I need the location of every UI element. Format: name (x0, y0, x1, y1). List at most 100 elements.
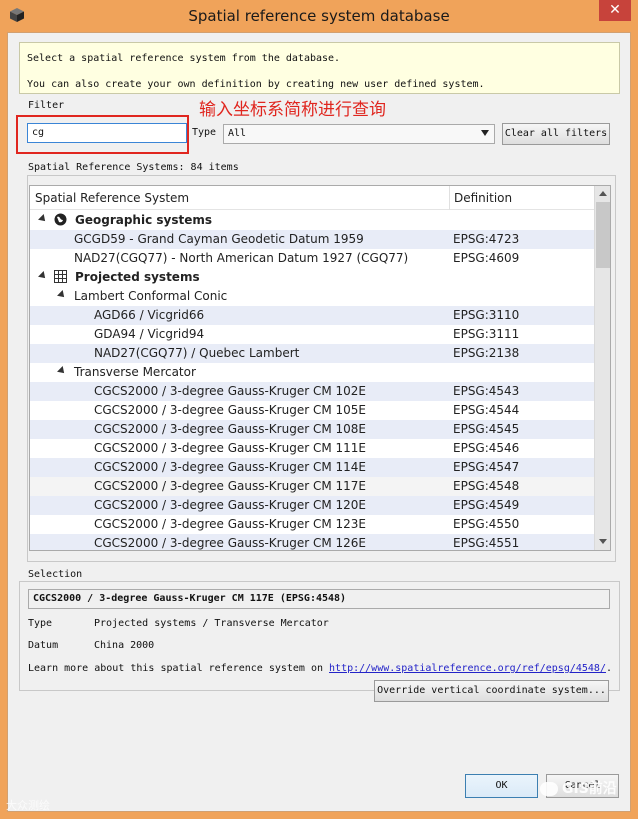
srs-name: Lambert Conformal Conic (74, 289, 228, 303)
srs-name: GDA94 / Vicgrid94 (94, 327, 205, 341)
clear-all-filters-button[interactable]: Clear all filters (502, 123, 610, 145)
expand-arrow-icon[interactable] (38, 214, 48, 224)
srs-code: EPSG:4550 (453, 517, 520, 531)
globe-icon (54, 213, 67, 226)
srs-name: CGCS2000 / 3-degree Gauss-Kruger CM 114E (94, 460, 366, 474)
tree-row[interactable]: NAD27(CGQ77) - North American Datum 1927… (30, 249, 594, 268)
type-value: Projected systems / Transverse Mercator (94, 618, 329, 629)
srs-name: CGCS2000 / 3-degree Gauss-Kruger CM 126E (94, 536, 366, 550)
tree-group-row[interactable]: Geographic systems (30, 211, 594, 230)
srs-code: EPSG:4549 (453, 498, 520, 512)
title-bar[interactable]: Spatial reference system database ✕ (0, 0, 638, 32)
datum-value: China 2000 (94, 640, 155, 651)
ok-button[interactable]: OK (465, 774, 538, 798)
annotation-text: 输入坐标系简称进行查询 (199, 100, 386, 120)
srs-code: EPSG:4547 (453, 460, 520, 474)
tree-row[interactable]: CGCS2000 / 3-degree Gauss-Kruger CM 117E… (30, 477, 594, 496)
srs-code: EPSG:4548 (453, 479, 520, 493)
srs-name: Geographic systems (75, 213, 213, 227)
column-divider[interactable] (449, 186, 450, 210)
datum-key: Datum (28, 640, 59, 651)
expand-arrow-icon[interactable] (57, 366, 67, 376)
srs-name: NAD27(CGQ77) - North American Datum 1927… (74, 251, 409, 265)
srs-tree[interactable]: Spatial Reference System Definition Geog… (29, 185, 611, 551)
dialog-body: Select a spatial reference system from t… (7, 32, 631, 812)
column-header-definition[interactable]: Definition (454, 191, 512, 205)
expand-arrow-icon[interactable] (57, 290, 67, 300)
type-label: Type (192, 127, 217, 138)
type-select[interactable]: All (223, 124, 495, 144)
srs-code: EPSG:4546 (453, 441, 520, 455)
learn-more-suffix: . (605, 663, 613, 674)
type-select-value: All (228, 128, 247, 139)
tree-rows: Geographic systems GCGD59 - Grand Cayman … (30, 211, 594, 550)
srs-code: EPSG:4544 (453, 403, 520, 417)
grid-icon (54, 270, 67, 283)
filter-label: Filter (28, 100, 65, 111)
tree-subgroup-row[interactable]: Transverse Mercator (30, 363, 594, 382)
srs-name: CGCS2000 / 3-degree Gauss-Kruger CM 105E (94, 403, 366, 417)
srs-code: EPSG:4609 (453, 251, 520, 265)
tree-row[interactable]: NAD27(CGQ77) / Quebec Lambert EPSG:2138 (30, 344, 594, 363)
info-line-1: Select a spatial reference system from t… (27, 53, 341, 64)
scroll-down-icon[interactable] (599, 539, 607, 544)
srs-name: NAD27(CGQ77) / Quebec Lambert (94, 346, 300, 360)
tree-subgroup-row[interactable]: Lambert Conformal Conic (30, 287, 594, 306)
tree-group-row[interactable]: Projected systems (30, 268, 594, 287)
srs-code: EPSG:4551 (453, 536, 520, 550)
srs-dialog-window: Spatial reference system database ✕ Sele… (0, 0, 638, 819)
tree-row[interactable]: CGCS2000 / 3-degree Gauss-Kruger CM 123E… (30, 515, 594, 534)
srs-name: CGCS2000 / 3-degree Gauss-Kruger CM 108E (94, 422, 366, 436)
watermark-right: GIS前沿 (540, 778, 617, 798)
srs-group-label: Spatial Reference Systems: 84 items (28, 162, 239, 173)
tree-row[interactable]: CGCS2000 / 3-degree Gauss-Kruger CM 111E… (30, 439, 594, 458)
srs-code: EPSG:3111 (453, 327, 520, 341)
filter-input[interactable]: cg (27, 123, 187, 143)
column-header-system[interactable]: Spatial Reference System (35, 191, 189, 205)
selected-srs-name: CGCS2000 / 3-degree Gauss-Kruger CM 117E… (28, 589, 610, 609)
srs-name: CGCS2000 / 3-degree Gauss-Kruger CM 123E (94, 517, 366, 531)
srs-name: AGD66 / Vicgrid66 (94, 308, 205, 322)
expand-arrow-icon[interactable] (38, 271, 48, 281)
srs-code: EPSG:4543 (453, 384, 520, 398)
info-panel: Select a spatial reference system from t… (19, 42, 620, 94)
srs-name: Transverse Mercator (74, 365, 196, 379)
srs-code: EPSG:2138 (453, 346, 520, 360)
close-icon: ✕ (609, 2, 621, 18)
tree-row[interactable]: CGCS2000 / 3-degree Gauss-Kruger CM 102E… (30, 382, 594, 401)
srs-name: GCGD59 - Grand Cayman Geodetic Datum 195… (74, 232, 364, 246)
tree-row[interactable]: CGCS2000 / 3-degree Gauss-Kruger CM 108E… (30, 420, 594, 439)
watermark-left: 大众测绘 (6, 799, 50, 812)
close-button[interactable]: ✕ (599, 0, 631, 21)
tree-header: Spatial Reference System Definition (30, 186, 594, 210)
learn-more-prefix: Learn more about this spatial reference … (28, 663, 330, 674)
tree-row[interactable]: AGD66 / Vicgrid66 EPSG:3110 (30, 306, 594, 325)
tree-row[interactable]: CGCS2000 / 3-degree Gauss-Kruger CM 114E… (30, 458, 594, 477)
srs-name: CGCS2000 / 3-degree Gauss-Kruger CM 102E (94, 384, 366, 398)
srs-name: CGCS2000 / 3-degree Gauss-Kruger CM 120E (94, 498, 366, 512)
scroll-thumb[interactable] (596, 202, 610, 268)
learn-more-text: Learn more about this spatial reference … (28, 663, 612, 674)
tree-row[interactable]: CGCS2000 / 3-degree Gauss-Kruger CM 105E… (30, 401, 594, 420)
tree-row[interactable]: GCGD59 - Grand Cayman Geodetic Datum 195… (30, 230, 594, 249)
tree-row[interactable]: GDA94 / Vicgrid94 EPSG:3111 (30, 325, 594, 344)
tree-scrollbar[interactable] (594, 186, 610, 550)
srs-code: EPSG:3110 (453, 308, 520, 322)
spatialreference-link[interactable]: http://www.spatialreference.org/ref/epsg… (329, 663, 606, 674)
srs-name: Projected systems (75, 270, 200, 284)
chevron-down-icon (481, 130, 489, 136)
chat-bubble-icon (540, 782, 558, 796)
tree-row[interactable]: CGCS2000 / 3-degree Gauss-Kruger CM 120E… (30, 496, 594, 515)
srs-code: EPSG:4545 (453, 422, 520, 436)
selection-group-label: Selection (28, 569, 83, 580)
watermark-right-text: GIS前沿 (562, 781, 617, 797)
tree-row[interactable]: CGCS2000 / 3-degree Gauss-Kruger CM 126E… (30, 534, 594, 550)
type-key: Type (28, 618, 53, 629)
scroll-up-icon[interactable] (599, 191, 607, 196)
info-line-2: You can also create your own definition … (27, 79, 485, 90)
window-title: Spatial reference system database (188, 7, 450, 25)
srs-name: CGCS2000 / 3-degree Gauss-Kruger CM 111E (94, 441, 366, 455)
srs-code: EPSG:4723 (453, 232, 520, 246)
override-vertical-crs-button[interactable]: Override vertical coordinate system... (374, 680, 609, 702)
srs-name: CGCS2000 / 3-degree Gauss-Kruger CM 117E (94, 479, 366, 493)
